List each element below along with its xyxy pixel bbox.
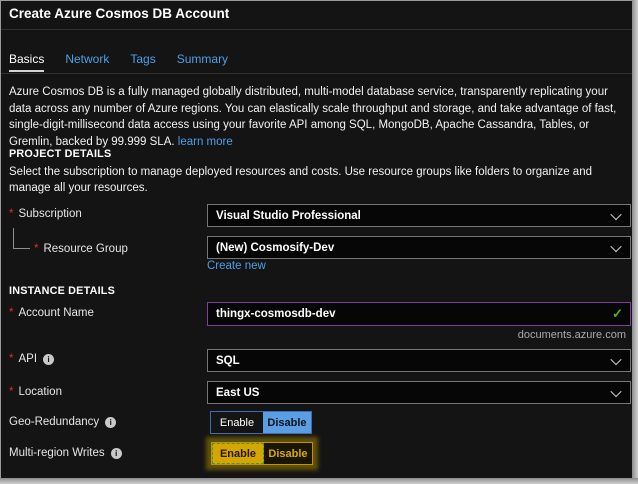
tree-connector-horizontal bbox=[13, 248, 30, 249]
screenshot-border-left bbox=[0, 0, 1, 484]
chevron-down-icon bbox=[610, 353, 621, 364]
instance-details-heading: INSTANCE DETAILS bbox=[9, 285, 115, 297]
valid-checkmark-icon: ✓ bbox=[612, 306, 623, 322]
api-dropdown[interactable]: SQL bbox=[207, 349, 631, 372]
info-icon[interactable]: i bbox=[105, 417, 116, 428]
resource-group-dropdown[interactable]: (New) Cosmosify-Dev bbox=[207, 236, 631, 259]
geo-redundancy-disable-button[interactable]: Disable bbox=[263, 412, 311, 433]
account-name-domain-suffix: documents.azure.com bbox=[518, 329, 626, 341]
multi-region-writes-disable-button[interactable]: Disable bbox=[264, 443, 312, 464]
page-title: Create Azure Cosmos DB Account bbox=[9, 6, 229, 21]
subscription-value: Visual Studio Professional bbox=[216, 210, 361, 222]
tab-summary[interactable]: Summary bbox=[177, 52, 228, 72]
screenshot-shadow-right bbox=[632, 0, 638, 484]
required-asterisk: * bbox=[9, 386, 13, 398]
project-details-description: Select the subscription to manage deploy… bbox=[9, 164, 615, 196]
api-label: * API i bbox=[9, 353, 54, 365]
tab-network[interactable]: Network bbox=[65, 52, 109, 72]
required-asterisk: * bbox=[9, 353, 13, 365]
required-asterisk: * bbox=[9, 307, 13, 319]
geo-redundancy-toggle: Enable Disable bbox=[210, 411, 312, 434]
info-icon[interactable]: i bbox=[111, 448, 122, 459]
title-divider bbox=[1, 29, 632, 30]
learn-more-link[interactable]: learn more bbox=[178, 136, 233, 148]
multi-region-writes-enable-button[interactable]: Enable bbox=[212, 443, 264, 464]
tab-basics[interactable]: Basics bbox=[9, 52, 44, 72]
subscription-label: * Subscription bbox=[9, 208, 82, 220]
location-value: East US bbox=[216, 387, 259, 399]
subscription-dropdown[interactable]: Visual Studio Professional bbox=[207, 204, 631, 227]
screenshot-border-top bbox=[0, 0, 638, 1]
required-asterisk: * bbox=[9, 208, 13, 220]
api-value: SQL bbox=[216, 355, 240, 367]
account-name-label: * Account Name bbox=[9, 307, 94, 319]
multi-region-writes-label: Multi-region Writes i bbox=[9, 447, 122, 459]
account-name-input[interactable] bbox=[207, 302, 631, 326]
create-cosmosdb-blade: Create Azure Cosmos DB Account Basics Ne… bbox=[0, 0, 638, 484]
service-description-text: Azure Cosmos DB is a fully managed globa… bbox=[9, 86, 616, 148]
location-dropdown[interactable]: East US bbox=[207, 381, 631, 404]
tab-divider bbox=[1, 73, 632, 74]
project-details-heading: PROJECT DETAILS bbox=[9, 148, 111, 160]
geo-redundancy-enable-button[interactable]: Enable bbox=[211, 412, 263, 433]
location-label: * Location bbox=[9, 386, 62, 398]
geo-redundancy-label: Geo-Redundancy i bbox=[9, 416, 116, 428]
chevron-down-icon bbox=[610, 385, 621, 396]
resource-group-label: * Resource Group bbox=[34, 243, 128, 255]
create-new-link[interactable]: Create new bbox=[207, 260, 266, 272]
multi-region-writes-toggle: Enable Disable bbox=[211, 442, 313, 465]
tab-bar: Basics Network Tags Summary bbox=[9, 52, 228, 72]
tree-connector-vertical bbox=[13, 228, 14, 249]
resource-group-value: (New) Cosmosify-Dev bbox=[216, 242, 334, 254]
service-description: Azure Cosmos DB is a fully managed globa… bbox=[9, 84, 629, 150]
info-icon[interactable]: i bbox=[43, 354, 54, 365]
chevron-down-icon bbox=[610, 240, 621, 251]
tab-tags[interactable]: Tags bbox=[130, 52, 155, 72]
chevron-down-icon bbox=[610, 208, 621, 219]
screenshot-shadow-bottom bbox=[0, 478, 638, 484]
required-asterisk: * bbox=[34, 243, 38, 255]
